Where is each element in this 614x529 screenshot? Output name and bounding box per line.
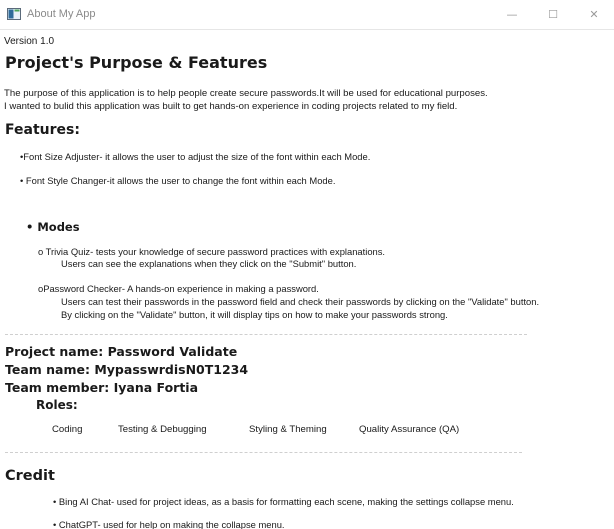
title-bar: About My App — ☐ ✕ [0,0,614,30]
feature-font-style: • Font Style Changer-it allows the user … [20,175,336,186]
divider [5,452,522,453]
features-heading: Features: [5,122,80,138]
role-item: Coding [52,424,83,435]
divider [5,334,527,335]
close-button[interactable]: ✕ [574,0,614,30]
app-icon [7,8,21,20]
trivia-line-2: Users can see the explanations when they… [61,258,357,269]
purpose-line-1: The purpose of this application is to he… [4,88,488,99]
feature-font-size: •Font Size Adjuster- it allows the user … [20,151,371,162]
checker-line-1: oPassword Checker- A hands-on experience… [38,283,319,294]
team-name: Team name: MypasswrdisN0T1234 [5,362,249,377]
version-label: Version 1.0 [4,36,55,47]
purpose-line-2: I wanted to bulid this application was b… [4,101,458,112]
trivia-line-1: o Trivia Quiz- tests your knowledge of s… [38,246,386,257]
maximize-button[interactable]: ☐ [533,0,573,30]
checker-line-2: Users can test their passwords in the pa… [61,296,540,307]
credit-heading: Credit [5,468,55,484]
minimize-button[interactable]: — [492,0,532,30]
role-item: Quality Assurance (QA) [359,424,460,435]
roles-heading: Roles: [36,398,78,412]
about-content: Version 1.0 Project's Purpose & Features… [0,30,614,529]
role-item: Testing & Debugging [118,424,207,435]
purpose-heading: Project's Purpose & Features [5,53,268,72]
window-title: About My App [27,8,96,20]
team-member: Team member: Iyana Fortia [5,380,199,395]
project-name: Project name: Password Validate [5,344,238,359]
credit-chatgpt: • ChatGPT- used for help on making the c… [53,519,285,529]
role-item: Styling & Theming [249,424,327,435]
credit-bing: • Bing AI Chat- used for project ideas, … [53,496,514,507]
checker-line-3: By clicking on the "Validate" button, it… [61,309,448,320]
modes-heading: • Modes [26,220,80,234]
